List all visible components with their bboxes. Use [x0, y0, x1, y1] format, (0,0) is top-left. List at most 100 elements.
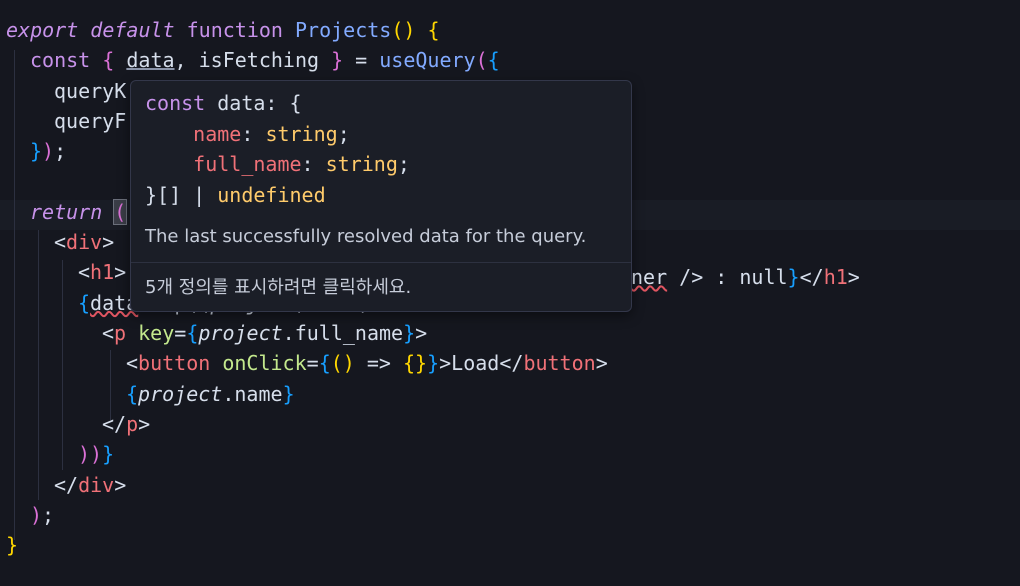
- code-line: const { data, isFetching } = useQuery({: [30, 45, 500, 75]
- code-token: =: [343, 48, 380, 73]
- code-token: <: [54, 230, 67, 255]
- code-line: return (: [30, 197, 128, 227]
- code-token: p: [126, 411, 139, 436]
- code-token: div: [78, 472, 115, 497]
- code-line: queryF: [54, 106, 126, 136]
- type-token: name: [193, 121, 242, 146]
- code-token: function: [186, 18, 283, 42]
- code-line: ))}: [78, 439, 114, 469]
- code-token: ner: [631, 265, 668, 289]
- code-token: return: [30, 199, 103, 224]
- code-token: queryF: [54, 108, 127, 133]
- indent-guide: [14, 50, 15, 540]
- code-line: </div>: [54, 470, 126, 500]
- code-token: <: [126, 351, 139, 376]
- type-token: ;: [337, 121, 350, 146]
- code-token: {}: [403, 351, 428, 376]
- code-token: =: [306, 351, 319, 376]
- code-token: }: [787, 265, 800, 289]
- code-token: ): [30, 502, 43, 527]
- code-token: }: [331, 48, 344, 73]
- type-signature-line: }[] | undefined: [145, 180, 326, 210]
- code-token: p: [114, 321, 127, 345]
- code-token: <: [78, 260, 91, 285]
- code-token: h1: [823, 265, 848, 289]
- code-token: >Load</: [439, 351, 524, 376]
- code-token: data: [126, 48, 175, 73]
- code-token: .name: [222, 381, 283, 406]
- code-token: button: [523, 351, 596, 376]
- type-token: :: [301, 152, 326, 176]
- code-token: {: [318, 351, 331, 376]
- indent-guide: [38, 230, 39, 500]
- code-token: >: [595, 351, 608, 376]
- code-token: =: [174, 321, 187, 345]
- code-token: const: [30, 48, 91, 73]
- code-token: project: [198, 321, 283, 345]
- code-token: h1: [90, 260, 115, 285]
- type-token: string: [325, 152, 398, 176]
- code-token: Projects: [295, 18, 392, 42]
- code-token: project: [138, 381, 223, 406]
- code-token: (: [113, 198, 128, 225]
- show-definitions-link[interactable]: 5개 정의를 표시하려면 클릭하세요.: [145, 273, 411, 299]
- code-token: ;: [42, 502, 55, 527]
- type-token: [145, 122, 193, 146]
- code-line: export default function Projects() {: [6, 15, 440, 45]
- code-token: useQuery: [379, 48, 476, 73]
- code-token: <: [102, 321, 115, 345]
- type-signature-line: full_name: string;: [145, 149, 410, 179]
- code-token: (): [391, 18, 416, 42]
- code-line: }: [6, 530, 18, 560]
- type-token: :: [241, 121, 266, 146]
- type-token: full_name: [193, 152, 302, 176]
- code-token: </: [102, 411, 127, 436]
- code-token: }: [102, 442, 115, 467]
- code-token: {: [487, 48, 500, 73]
- code-line-fragment: ner /> : null}</h1>: [631, 262, 860, 292]
- code-token: >: [114, 472, 127, 497]
- code-token: button: [138, 351, 211, 376]
- code-token: ): [42, 139, 55, 164]
- code-token: </: [799, 265, 824, 289]
- code-token: </: [54, 472, 79, 497]
- type-signature-line: const data: {: [145, 88, 302, 118]
- code-token: )): [78, 442, 103, 467]
- code-token: =>: [354, 351, 403, 376]
- doc-description: The last successfully resolved data for …: [145, 226, 587, 247]
- code-token: >: [102, 230, 115, 255]
- code-token: }: [282, 381, 295, 406]
- code-line: </p>: [102, 409, 150, 439]
- type-token: undefined: [217, 182, 326, 207]
- code-line: {project.name}: [126, 379, 295, 409]
- code-token: div: [66, 230, 103, 255]
- type-token: data: {: [205, 91, 302, 115]
- code-line: );: [30, 500, 54, 530]
- code-token: {: [102, 48, 115, 73]
- code-token: {: [78, 290, 91, 315]
- code-token: }: [30, 139, 43, 164]
- code-token: {: [126, 381, 139, 406]
- code-line: <button onClick={() => {}}>Load</button>: [126, 348, 608, 378]
- code-token: }: [427, 351, 440, 376]
- code-token: export: [6, 18, 79, 42]
- code-token: >: [415, 321, 428, 345]
- code-token: }: [403, 321, 416, 345]
- code-token: >: [138, 411, 151, 436]
- code-token: default: [90, 18, 175, 42]
- code-token: (: [475, 48, 488, 73]
- code-line: <p key={project.full_name}>: [102, 318, 427, 348]
- code-editor[interactable]: export default function Projects() {cons…: [0, 0, 1020, 586]
- code-token: , isFetching: [174, 48, 332, 73]
- type-token: string: [265, 121, 338, 146]
- hover-tooltip: const data: { name: string; full_name: s…: [130, 80, 632, 312]
